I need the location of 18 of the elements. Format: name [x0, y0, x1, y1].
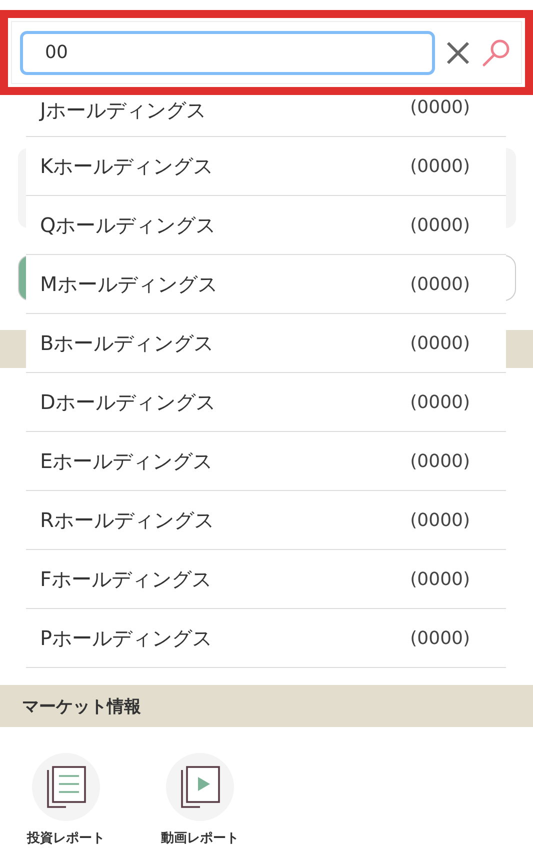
suggestion-item[interactable]: Qホールディングス (0000): [26, 196, 506, 255]
suggestion-item[interactable]: Mホールディングス (0000): [26, 255, 506, 314]
suggestion-item[interactable]: Jホールディングス (0000): [26, 95, 506, 137]
video-report-icon[interactable]: [166, 753, 234, 821]
suggestion-item[interactable]: Eホールディングス (0000): [26, 432, 506, 491]
tile-label[interactable]: 動画レポート: [161, 829, 239, 847]
close-icon[interactable]: [445, 40, 471, 66]
suggestion-item[interactable]: Rホールディングス (0000): [26, 491, 506, 550]
document-report-icon[interactable]: [32, 753, 100, 821]
suggestion-item[interactable]: Pホールディングス (0000): [26, 609, 506, 668]
section-header: マーケット情報: [0, 685, 533, 727]
suggestion-item[interactable]: Bホールディングス (0000): [26, 314, 506, 373]
tile-label[interactable]: 投資レポート: [27, 829, 105, 847]
suggestion-item[interactable]: Fホールディングス (0000): [26, 550, 506, 609]
search-field[interactable]: 00: [20, 30, 435, 74]
suggestion-item[interactable]: Kホールディングス (0000): [26, 137, 506, 196]
suggestion-item[interactable]: Dホールディングス (0000): [26, 373, 506, 432]
search-icon[interactable]: [481, 38, 511, 68]
